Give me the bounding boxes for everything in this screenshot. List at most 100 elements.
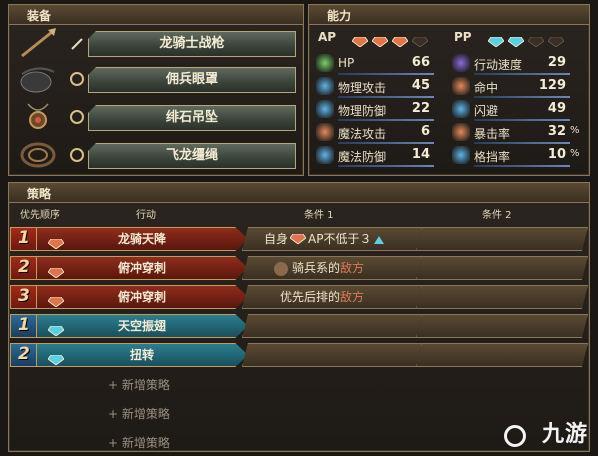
equipment-header: 装备 [9,5,303,25]
condition2-bar[interactable] [416,227,588,251]
stat-right-value: 10 [547,147,566,162]
target-icon [452,77,470,95]
sword-icon [316,77,334,95]
condition1-text: 骑兵系的敌方 [274,256,364,280]
stat-right-value: 49 [547,101,566,116]
block-icon [452,146,470,164]
equipment-title: 装备 [27,9,52,23]
ap-label: AP [318,30,337,44]
equip-row-weapon[interactable]: 龙骑士战枪 [18,28,296,58]
evade-icon [452,100,470,118]
ap-gem-icon [47,263,65,279]
stat-right-underline [474,119,570,121]
abilities-header: 能力 [309,5,589,25]
condition1-target: 敌方 [340,290,365,304]
stat-right-label: 命中 [474,81,499,95]
ap-gem-icon [371,32,389,48]
plus-icon: + [108,378,122,392]
stat-left-label: HP [338,56,355,70]
priority-number: 3 [18,286,30,306]
ap-gem-icon [411,32,429,48]
action-name: 龙骑天降 [117,232,166,246]
action-name: 天空振翅 [117,319,166,333]
ap-gem-icon [391,32,409,48]
stat-left-value: 14 [411,147,430,162]
stat-right-label: 暴击率 [474,127,511,141]
condition1-bar[interactable] [242,343,422,367]
crit-icon [452,123,470,141]
condition2-bar[interactable] [416,256,588,280]
strategy-row[interactable]: 2 扭转 [10,343,588,367]
stat-left-label: 魔法防御 [338,150,387,164]
stat-left-value: 6 [420,124,430,139]
add-strategy-button[interactable]: + 新增策略 [108,376,170,393]
pendant-icon [27,103,49,129]
stat-left-label: 物理防御 [338,104,387,118]
condition1-main: 优先后排的 [280,290,341,304]
add-strategy-button[interactable]: + 新增策略 [108,434,170,451]
eyepatch-icon [20,67,55,93]
equip-row-accessory3[interactable]: 飞龙缰绳 [18,140,296,170]
ap-gem-icon [47,292,65,308]
stat-left-underline [338,165,434,167]
reins-icon [20,142,56,168]
up-arrow-icon [374,235,385,244]
stat-right-suffix: % [570,125,580,136]
armor-icon [316,100,334,118]
stat-right-underline [474,96,570,98]
strategy-row[interactable]: 2 俯冲穿刺 骑兵系的敌方 [10,256,588,280]
watermark-logo-icon [504,425,526,447]
add-strategy-button[interactable]: + 新增策略 [108,405,170,422]
stat-right-suffix: % [570,148,580,159]
strategy-row[interactable]: 3 俯冲穿刺 优先后排的敌方 [10,285,588,309]
pp-gem-icon [527,32,545,48]
ring-slot-icon [70,72,84,86]
ap-gem-icon [351,32,369,48]
condition2-bar[interactable] [416,285,588,309]
shield-icon [316,146,334,164]
pp-gem-icon [547,32,565,48]
priority-number: 2 [18,344,30,364]
condition1-text: 优先后排的敌方 [280,285,364,309]
stat-left-underline [338,73,434,75]
add-strategy-label: 新增策略 [121,436,170,450]
col-cond1: 条件 1 [304,210,334,221]
stat-right-value: 32 [547,124,566,139]
priority-number: 1 [18,228,30,248]
col-action: 行动 [136,210,156,221]
col-priority: 优先顺序 [20,210,60,221]
equip-row-accessory2[interactable]: 绯石吊坠 [18,102,296,132]
plus-icon: + [108,407,122,421]
condition2-bar[interactable] [416,314,588,338]
strategy-row[interactable]: 1 天空振翅 [10,314,588,338]
condition2-bar[interactable] [416,343,588,367]
strategy-header: 策略 [9,183,589,203]
action-name: 俯冲穿刺 [117,290,166,304]
stat-left-underline [338,96,434,98]
ring-slot-icon [70,148,84,162]
equip-name: 佣兵眼罩 [165,72,218,87]
slot-icon [70,36,84,50]
equip-row-accessory1[interactable]: 佣兵眼罩 [18,64,296,94]
condition1-bar[interactable] [242,314,422,338]
cavalry-icon [274,261,288,276]
speed-icon [452,54,470,72]
stat-right-underline [474,73,570,75]
stat-right-label: 闪避 [474,104,499,118]
add-strategy-label: 新增策略 [121,378,170,392]
ring-slot-icon [70,110,84,124]
ap-gem-icon [289,228,307,252]
action-name: 俯冲穿刺 [117,261,166,275]
strategy-row[interactable]: 1 龙骑天降 自身 AP不低于３ [10,227,588,251]
plus-icon: + [108,436,122,450]
abilities-title: 能力 [327,9,352,23]
heart-icon [316,54,334,72]
stat-left-underline [338,119,434,121]
action-name: 扭转 [129,348,154,362]
stat-left-value: 45 [411,78,430,93]
pp-gem-icon [47,321,65,337]
spear-icon [21,28,56,58]
ap-gem-icon [47,234,65,250]
condition1-subject: 自身 [264,232,289,246]
stat-right-underline [474,142,570,144]
